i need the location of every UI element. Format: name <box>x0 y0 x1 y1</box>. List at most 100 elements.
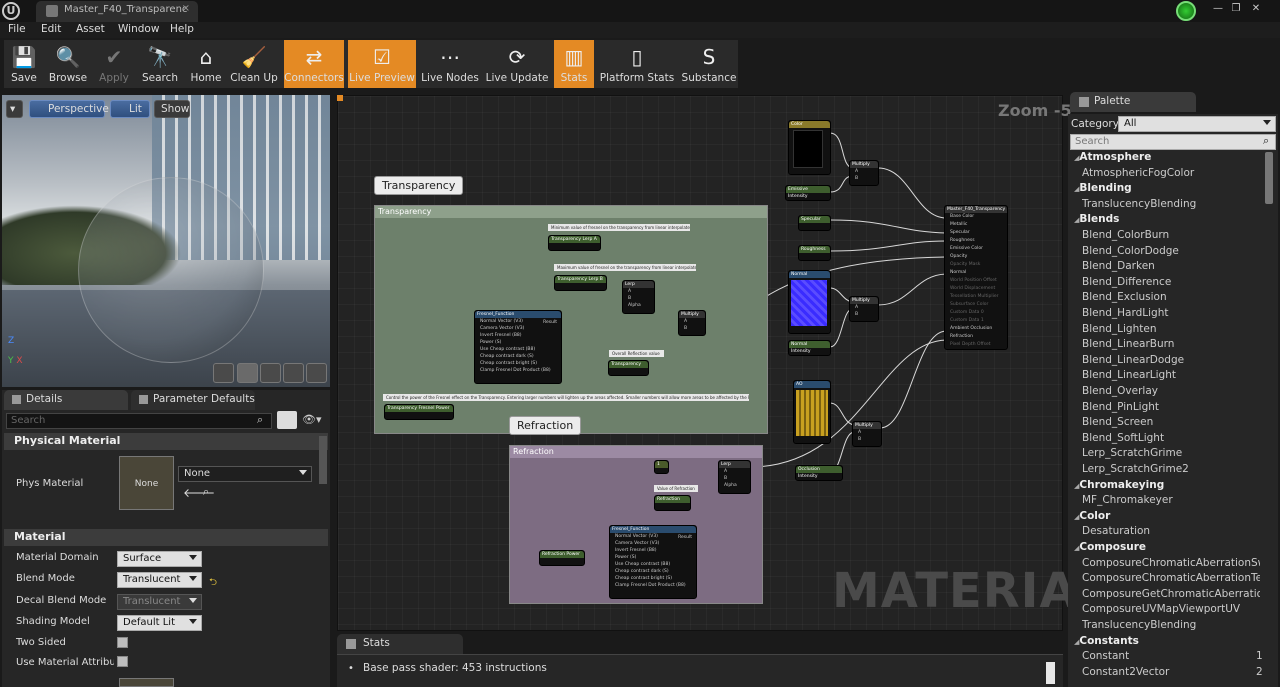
palette-item[interactable]: Blend_ColorBurn <box>1082 229 1260 241</box>
palette-category[interactable]: ◢Constants <box>1074 635 1139 647</box>
output-pin[interactable]: World Position Offset <box>945 277 1007 285</box>
palette-item[interactable]: TranslucencyBlending <box>1082 619 1260 631</box>
node-pin[interactable]: A <box>679 318 705 325</box>
palette-item[interactable]: Blend_Overlay <box>1082 385 1260 397</box>
palette-item[interactable]: Blend_PinLight <box>1082 401 1260 413</box>
output-pin[interactable]: Metallic <box>945 221 1007 229</box>
fresnel-pin[interactable]: Camera Vector (V3) <box>475 325 561 332</box>
node-pin[interactable]: A <box>719 468 750 475</box>
node-refraction-power[interactable]: Refraction Power <box>539 550 585 566</box>
output-pin[interactable]: Refraction <box>945 333 1007 341</box>
node-pin[interactable]: B <box>623 295 654 302</box>
node-pin[interactable]: B <box>853 436 881 443</box>
node-transparency[interactable]: Transparency <box>608 360 649 376</box>
output-pin[interactable]: Custom Data 1 <box>945 317 1007 325</box>
node-fresnel-function-refraction[interactable]: Fresnel_Function Normal Vector (V3) Camera… <box>609 525 697 599</box>
fresnel-result-pin[interactable]: Result <box>543 320 557 325</box>
palette-item[interactable]: Blend_LinearLight <box>1082 369 1260 381</box>
fresnel-pin[interactable]: Invert Fresnel (B8) <box>475 332 561 339</box>
output-pin[interactable]: Base Color <box>945 213 1007 221</box>
node-refraction[interactable]: Refraction <box>654 495 691 511</box>
palette-item[interactable]: Desaturation <box>1082 525 1260 537</box>
node-constant-one[interactable]: 1 <box>654 460 669 474</box>
palette-item[interactable]: Blend_LinearDodge <box>1082 354 1260 366</box>
output-pin[interactable]: Custom Data 0 <box>945 309 1007 317</box>
node-lerp-transparency[interactable]: Lerp A B Alpha <box>622 280 655 314</box>
output-pin[interactable]: Pixel Depth Offset <box>945 341 1007 349</box>
palette-item[interactable]: MF_Chromakeyer <box>1082 494 1260 506</box>
fresnel-pin[interactable]: Clamp Fresnel Dot Product (B8) <box>610 582 696 589</box>
palette-item[interactable]: ComposureChromaticAberrationTexture <box>1082 572 1260 584</box>
palette-item[interactable]: Blend_Exclusion <box>1082 291 1260 303</box>
palette-item[interactable]: ComposureGetChromaticAberrationUVs <box>1082 588 1260 600</box>
tab-palette[interactable]: Palette <box>1070 92 1196 112</box>
node-pin[interactable]: A <box>850 304 878 311</box>
node-normal-intensity[interactable]: Normal Intensity <box>788 340 831 356</box>
palette-item[interactable]: Lerp_ScratchGrime <box>1082 447 1260 459</box>
output-pin[interactable]: Opacity <box>945 253 1007 261</box>
fresnel-pin[interactable]: Clamp Fresnel Dot Product (B8) <box>475 367 561 374</box>
stats-scrollbar[interactable] <box>1046 662 1055 684</box>
palette-item[interactable]: AtmosphericFogColor <box>1082 167 1260 179</box>
palette-category[interactable]: ◢Blends <box>1074 213 1119 225</box>
node-multiply-color[interactable]: Multiply A B <box>849 160 879 186</box>
palette-scrollbar[interactable] <box>1265 152 1273 204</box>
palette-item[interactable]: Blend_HardLight <box>1082 307 1260 319</box>
node-normal-texture[interactable]: Normal <box>788 270 831 334</box>
node-pin[interactable]: Alpha <box>623 302 654 309</box>
node-specular[interactable]: Specular <box>798 215 831 231</box>
fresnel-pin[interactable]: Cheap contrast dark (S) <box>475 353 561 360</box>
tab-stats[interactable]: Stats <box>337 634 463 654</box>
node-pin[interactable]: A <box>853 429 881 436</box>
node-transparency-lerp-b[interactable]: Transparency Lerp B <box>554 275 607 291</box>
output-pin[interactable]: Roughness <box>945 237 1007 245</box>
node-roughness[interactable]: Roughness <box>798 245 831 261</box>
fresnel-pin[interactable]: Invert Fresnel (B8) <box>610 547 696 554</box>
palette-item[interactable]: Blend_ColorDodge <box>1082 245 1260 257</box>
node-fresnel-function-transparency[interactable]: Fresnel_Function Normal Vector (V3) Camera… <box>474 310 562 384</box>
node-pin[interactable]: B <box>850 311 878 318</box>
palette-item[interactable]: ComposureUVMapViewportUV <box>1082 603 1260 615</box>
node-multiply-normal[interactable]: Multiply A B <box>849 296 879 322</box>
palette-item[interactable]: Blend_Difference <box>1082 276 1260 288</box>
node-occlusion-intensity[interactable]: Occlusion Intensity <box>795 465 843 481</box>
palette-item[interactable]: Constant <box>1082 650 1260 662</box>
node-ao-texture[interactable]: AO <box>793 380 831 444</box>
output-pin[interactable]: Opacity Mask <box>945 261 1007 269</box>
fresnel-pin[interactable]: Use Cheap contrast (B8) <box>475 346 561 353</box>
palette-item[interactable]: Blend_Darken <box>1082 260 1260 272</box>
category-dropdown[interactable]: All <box>1118 116 1276 132</box>
palette-item[interactable]: Lerp_ScratchGrime2 <box>1082 463 1260 475</box>
fresnel-pin[interactable]: Camera Vector (V3) <box>610 540 696 547</box>
fresnel-pin[interactable]: Cheap contrast dark (S) <box>610 568 696 575</box>
output-pin[interactable]: Specular <box>945 229 1007 237</box>
transparency-comment-bubble[interactable]: Transparency <box>374 176 464 195</box>
node-master-material-output[interactable]: Master_F40_Transparency Base Color Metalli… <box>944 205 1008 350</box>
refraction-comment-bubble[interactable]: Refraction <box>509 416 582 435</box>
fresnel-pin[interactable]: Cheap contrast bright (S) <box>475 360 561 367</box>
output-pin[interactable]: Normal <box>945 269 1007 277</box>
output-pin[interactable]: Emissive Color <box>945 245 1007 253</box>
node-pin[interactable]: B <box>719 475 750 482</box>
node-pin[interactable]: Alpha <box>719 482 750 489</box>
output-pin[interactable]: World Displacement <box>945 285 1007 293</box>
fresnel-result-pin[interactable]: Result <box>678 535 692 540</box>
output-pin[interactable]: Ambient Occlusion <box>945 325 1007 333</box>
fresnel-pin[interactable]: Power (S) <box>610 554 696 561</box>
node-pin[interactable]: A <box>623 288 654 295</box>
palette-item[interactable]: Blend_SoftLight <box>1082 432 1260 444</box>
palette-search-input[interactable]: Search <box>1070 134 1276 150</box>
fresnel-pin[interactable]: Cheap contrast bright (S) <box>610 575 696 582</box>
fresnel-pin[interactable]: Use Cheap contrast (B8) <box>610 561 696 568</box>
node-multiply-transparency[interactable]: Multiply A B <box>678 310 706 336</box>
palette-category[interactable]: ◢Color <box>1074 510 1110 522</box>
node-pin[interactable]: A <box>850 168 878 175</box>
node-transparency-lerp-a[interactable]: Transparency Lerp A <box>548 235 601 251</box>
node-multiply-ao[interactable]: Multiply A B <box>852 421 882 447</box>
palette-item[interactable]: Blend_LinearBurn <box>1082 338 1260 350</box>
palette-category[interactable]: ◢Composure <box>1074 541 1146 553</box>
palette-category[interactable]: ◢Chromakeying <box>1074 479 1164 491</box>
palette-item[interactable]: Constant2Vector <box>1082 666 1260 678</box>
palette-item[interactable]: Blend_Lighten <box>1082 323 1260 335</box>
palette-item[interactable]: ComposureChromaticAberrationSwizzle <box>1082 557 1260 569</box>
